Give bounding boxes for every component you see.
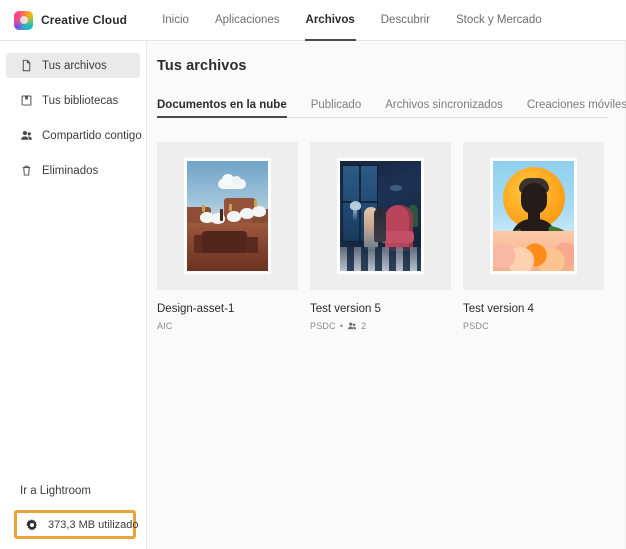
file-type-label: PSDC <box>310 321 336 331</box>
file-meta: PSDC <box>463 321 604 331</box>
tab-documentos-en-la-nube[interactable]: Documentos en la nube <box>157 99 299 118</box>
file-name: Design-asset-1 <box>157 303 235 315</box>
file-card-grid: Design-asset-1 AIC Test version 5 PSDC •… <box>157 142 608 331</box>
sidebar-item-label: Eliminados <box>42 164 99 177</box>
main-content: Tus archivos Documentos en la nube Publi… <box>147 41 626 549</box>
main-inner: Tus archivos Documentos en la nube Publi… <box>147 41 626 331</box>
shared-count: 2 <box>361 321 367 331</box>
sidebar: Tus archivos Tus bibliotecas Compartido … <box>0 41 147 549</box>
tab-creaciones-moviles[interactable]: Creaciones móviles <box>515 99 626 117</box>
underwater-room-thumbnail <box>337 158 424 274</box>
top-navigation-bar: Creative Cloud Inicio Aplicaciones Archi… <box>0 0 626 41</box>
file-meta: AIC <box>157 321 298 331</box>
page-title: Tus archivos <box>157 58 247 74</box>
sidebar-item-tus-bibliotecas[interactable]: Tus bibliotecas <box>6 88 140 113</box>
storage-used-button[interactable]: 373,3 MB utilizado <box>14 510 139 539</box>
top-nav-items: Inicio Aplicaciones Archivos Descubrir S… <box>149 0 555 41</box>
file-card[interactable]: Design-asset-1 AIC <box>157 142 298 331</box>
nav-item-descubrir[interactable]: Descubrir <box>368 0 443 41</box>
sidebar-item-label: Compartido contigo <box>42 129 142 142</box>
sidebar-item-eliminados[interactable]: Eliminados <box>6 158 140 183</box>
nav-item-stock-y-mercado[interactable]: Stock y Mercado <box>443 0 555 41</box>
people-icon <box>20 129 33 142</box>
nav-item-inicio[interactable]: Inicio <box>149 0 202 41</box>
body-row: Tus archivos Tus bibliotecas Compartido … <box>0 41 626 549</box>
file-type-label: PSDC <box>463 321 489 331</box>
brand[interactable]: Creative Cloud <box>14 10 128 30</box>
sidebar-nav-list: Tus archivos Tus bibliotecas Compartido … <box>0 53 146 183</box>
go-to-lightroom-link[interactable]: Ir a Lightroom <box>0 485 146 497</box>
sidebar-item-tus-archivos[interactable]: Tus archivos <box>6 53 140 78</box>
file-thumbnail[interactable] <box>463 142 604 290</box>
gear-icon <box>25 518 39 532</box>
trash-icon <box>20 164 33 177</box>
sidebar-item-label: Tus bibliotecas <box>42 94 119 107</box>
tab-publicado[interactable]: Publicado <box>299 99 374 117</box>
sidebar-item-label: Tus archivos <box>42 59 107 72</box>
sun-portrait-thumbnail <box>490 158 577 274</box>
file-meta: PSDC • 2 <box>310 321 451 331</box>
file-name: Test version 5 <box>310 303 381 315</box>
brand-name: Creative Cloud <box>41 13 128 27</box>
file-thumbnail[interactable] <box>310 142 451 290</box>
content-tabs: Documentos en la nube Publicado Archivos… <box>157 93 626 118</box>
file-thumbnail[interactable] <box>157 142 298 290</box>
nav-item-aplicaciones[interactable]: Aplicaciones <box>202 0 293 41</box>
sidebar-item-compartido-contigo[interactable]: Compartido contigo <box>6 123 142 148</box>
creative-cloud-logo-icon <box>14 10 33 30</box>
meta-separator: • <box>339 320 344 331</box>
creative-cloud-window: Creative Cloud Inicio Aplicaciones Archi… <box>0 0 626 549</box>
nav-item-archivos[interactable]: Archivos <box>293 0 368 41</box>
file-card[interactable]: Test version 5 PSDC • 2 <box>310 142 451 331</box>
shared-people-icon <box>347 321 357 331</box>
file-type-label: AIC <box>157 321 173 331</box>
sidebar-footer: Ir a Lightroom 373,3 MB utilizado <box>0 485 146 549</box>
library-icon <box>20 94 33 107</box>
tab-archivos-sincronizados[interactable]: Archivos sincronizados <box>373 99 515 117</box>
file-name: Test version 4 <box>463 303 534 315</box>
desert-mesa-thumbnail <box>184 158 271 274</box>
storage-used-label: 373,3 MB utilizado <box>48 518 139 531</box>
file-card[interactable]: Test version 4 PSDC <box>463 142 604 331</box>
document-icon <box>20 59 33 72</box>
